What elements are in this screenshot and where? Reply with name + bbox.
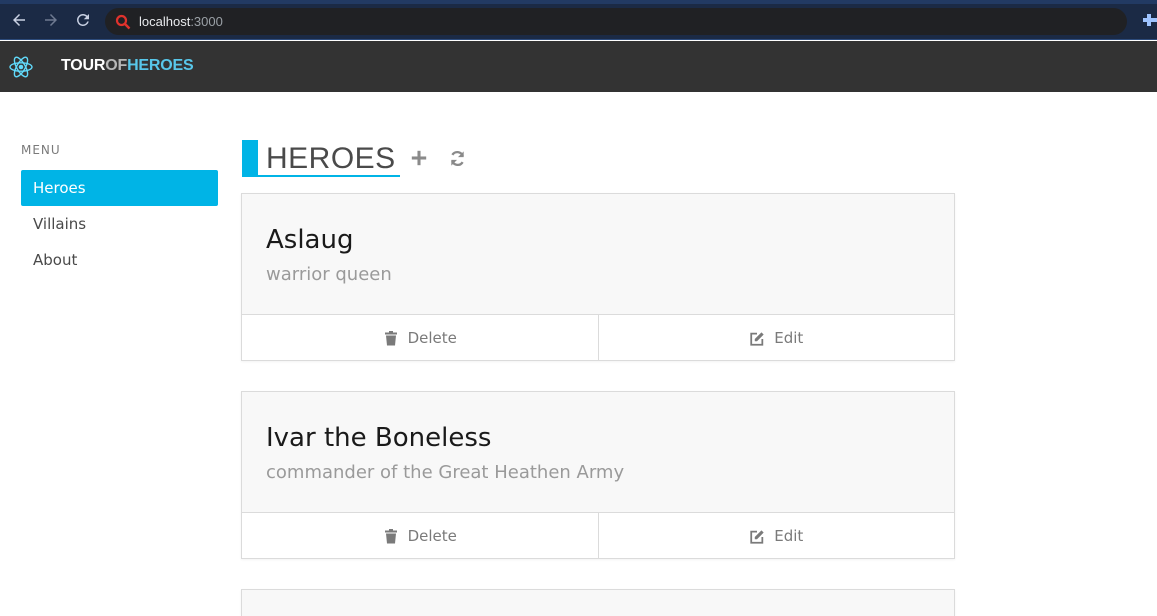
- delete-button[interactable]: Delete: [242, 513, 598, 558]
- forward-icon: [45, 14, 57, 26]
- app-header: TOUROFHEROES: [0, 41, 1157, 92]
- hero-card-partial[interactable]: [241, 589, 955, 616]
- edit-label: Edit: [774, 526, 804, 545]
- sidebar-item-heroes[interactable]: Heroes: [21, 170, 218, 206]
- sidebar-menu: Heroes Villains About: [21, 170, 218, 278]
- hero-card: Aslaug warrior queen Delete Edit: [241, 193, 955, 361]
- title-accent-bar: [242, 140, 258, 176]
- url-host: localhost: [139, 14, 191, 29]
- url-text: localhost:3000: [139, 14, 223, 29]
- tab-strip: [0, 0, 1157, 4]
- add-icon: [411, 150, 427, 166]
- delete-label: Delete: [407, 328, 457, 347]
- sidebar-item-villains[interactable]: Villains: [21, 206, 218, 242]
- brand-heroes: HEROES: [127, 57, 194, 74]
- hero-name: Ivar the Boneless: [266, 423, 492, 453]
- refresh-icon: [450, 150, 464, 166]
- forward-button[interactable]: [41, 10, 61, 30]
- browser-toolbar: localhost:3000: [0, 0, 1157, 40]
- reload-icon: [76, 13, 89, 26]
- title-underline: [242, 175, 400, 177]
- delete-button[interactable]: Delete: [242, 315, 598, 360]
- reload-button[interactable]: [73, 10, 93, 30]
- search-icon: [115, 14, 131, 30]
- trash-icon: [383, 330, 399, 346]
- hero-card: Ivar the Boneless commander of the Great…: [241, 391, 955, 559]
- refresh-button[interactable]: [447, 148, 467, 168]
- hero-description: commander of the Great Heathen Army: [266, 462, 625, 483]
- address-bar[interactable]: localhost:3000: [105, 8, 1127, 35]
- hero-card-footer: Delete Edit: [242, 315, 954, 360]
- back-icon: [13, 14, 25, 26]
- hero-card-content[interactable]: Aslaug warrior queen: [242, 194, 954, 315]
- edit-button[interactable]: Edit: [597, 513, 955, 558]
- edit-label: Edit: [774, 328, 804, 347]
- add-hero-button[interactable]: [409, 148, 429, 168]
- trash-icon: [383, 528, 399, 544]
- back-button[interactable]: [9, 10, 29, 30]
- sidebar-item-about[interactable]: About: [21, 242, 218, 278]
- url-port: :3000: [190, 14, 223, 29]
- brand-tour: TOUR: [61, 57, 106, 74]
- hero-description: warrior queen: [266, 264, 392, 285]
- hero-name: Aslaug: [266, 225, 354, 255]
- react-logo-icon[interactable]: [7, 53, 35, 81]
- edit-icon: [749, 528, 765, 544]
- hero-card-content[interactable]: Ivar the Boneless commander of the Great…: [242, 392, 954, 513]
- extension-icon[interactable]: [1141, 12, 1157, 28]
- delete-label: Delete: [407, 526, 457, 545]
- page-title: HEROES: [266, 142, 396, 175]
- hero-card-footer: Delete Edit: [242, 513, 954, 558]
- brand-title[interactable]: TOUROFHEROES: [61, 57, 194, 75]
- edit-button[interactable]: Edit: [597, 315, 955, 360]
- edit-icon: [749, 330, 765, 346]
- menu-label: MENU: [21, 143, 61, 157]
- brand-of: OF: [105, 57, 128, 74]
